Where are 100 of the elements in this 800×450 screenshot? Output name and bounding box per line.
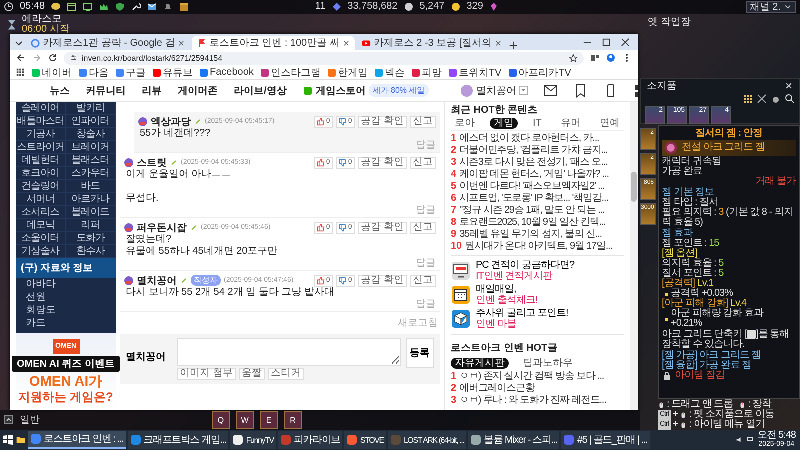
editor-tool-button[interactable]: 움짤	[238, 368, 265, 380]
browser-tab[interactable]: 로스트아크 인벤 : 100만골 써	[192, 36, 355, 50]
comment-action-button[interactable]: 공감 확인	[358, 222, 407, 234]
taskbar-button[interactable]: 로스트아크 인벤 : ...	[28, 431, 126, 449]
article-link[interactable]: 2 더불어민주당, '컴플리트 가챠 금지...	[451, 144, 624, 156]
article-link[interactable]: 6 시프트업, '도로롱' IP 확보... '책임감...	[451, 192, 624, 204]
comment-action-button[interactable]: 신고	[410, 156, 436, 168]
browser-tab[interactable]: 카제로스1관 공략 - Google 검	[26, 36, 190, 50]
comment-action-button[interactable]: 신고	[410, 116, 436, 128]
bookmark-link[interactable]: 아프리카TV	[508, 66, 572, 80]
article-link[interactable]: 4 케이팝 데몬 헌터스, '게임' 나올까? ...	[451, 168, 624, 180]
promo-link[interactable]: IT인벤 견적게시판	[476, 271, 575, 282]
nav-link[interactable]: 뉴스	[50, 84, 70, 98]
category-tab[interactable]: 유머	[556, 118, 585, 129]
taskbar-button[interactable]: FunnyTV	[230, 431, 276, 449]
channel-select[interactable]: 채널 2.	[746, 1, 796, 13]
address-bar[interactable]: inven.co.kr/board/lostark/6271/2594154	[64, 52, 584, 64]
editor-tool-button[interactable]: 스티커	[268, 368, 304, 380]
taskbar-button[interactable]: STOVE	[344, 431, 386, 449]
class-link[interactable]: 브레이커	[66, 141, 116, 154]
class-link[interactable]: 창술사	[66, 128, 116, 141]
nav-link[interactable]: 게임스토어	[316, 84, 366, 98]
skill-slot[interactable]: W	[236, 411, 254, 429]
article-link[interactable]: 3 ㅇㅂ) 루나 : 와 도화가 진짜 레전드...	[451, 394, 624, 406]
nav-link[interactable]: 게이머존	[178, 84, 218, 98]
article-link[interactable]: 7 "정규 시즌 29승 1패, 말도 안 되는 ...	[451, 204, 624, 216]
taskbar-button[interactable]: 피카라이브	[278, 431, 342, 449]
comment-author[interactable]: 퍼우돈시잡	[137, 220, 187, 234]
class-link[interactable]: 건슬링어	[16, 180, 66, 193]
comment-author[interactable]: 엑상과당	[151, 114, 191, 128]
class-link[interactable]: 기공사	[16, 128, 66, 141]
class-link[interactable]: 발키리	[66, 102, 116, 115]
bookmark-link[interactable]: 네이버	[32, 66, 72, 80]
sidebar-link[interactable]: 카드	[16, 317, 116, 330]
article-link[interactable]: 2 에버그레이스근황	[451, 382, 624, 394]
sidebar-link[interactable]: 선원	[16, 291, 116, 304]
bookmark-link[interactable]: 유튜브	[153, 66, 193, 80]
nav-link[interactable]: 라이브/영상	[234, 84, 287, 98]
scrollbar-thumb[interactable]	[631, 172, 637, 202]
comment-action-button[interactable]: 신고	[410, 274, 436, 286]
bookmark-link[interactable]: 한게임	[328, 66, 368, 80]
article-link[interactable]: 9 35레벨 유일 무기의 성지, 불의 신...	[451, 228, 624, 240]
tooltip-text[interactable]: [젬 융합] 가공 완료 젬	[662, 361, 796, 372]
article-link[interactable]: 5 이번엔 다르다! '패스오브엑자일2' ...	[451, 180, 624, 192]
class-link[interactable]: 데모닉	[16, 219, 66, 232]
browser-tab[interactable]: 카제로스 2 -3 보공 [질서의	[356, 36, 508, 50]
article-link[interactable]: 1 ㅇㅂ) 존지 실시간 컴팩 방송 보다 ...	[451, 370, 624, 382]
class-link[interactable]: 블레이드	[66, 206, 116, 219]
class-link[interactable]: 배틀마스터	[16, 115, 66, 128]
section-heading[interactable]: (구) 자료와 정보	[16, 258, 116, 278]
user-name[interactable]: 멸치꽁어	[476, 84, 516, 98]
class-link[interactable]: 데빌헌터	[16, 154, 66, 167]
bookmark-link[interactable]: 다음	[79, 66, 109, 80]
bookmark-link[interactable]: 넥슨	[374, 66, 405, 80]
class-link[interactable]: 스트라이커	[16, 141, 66, 154]
scrollbar[interactable]	[630, 102, 638, 410]
skill-slot[interactable]: Q	[212, 411, 230, 429]
bookmark-link[interactable]: Facebook	[200, 67, 254, 78]
article-link[interactable]: 10 뭔시대가 온다! 아키텍트, 9월 17일...	[451, 240, 624, 252]
editor-tool-button[interactable]: 이미지 첨부	[177, 368, 236, 380]
class-link[interactable]: 슬레이어	[16, 102, 66, 115]
nav-link[interactable]: 리뷰	[142, 84, 162, 98]
category-tab[interactable]: IT	[529, 118, 546, 129]
bookmark-link[interactable]: 인스타그램	[260, 66, 321, 80]
comment-author[interactable]: 멸치꽁어	[137, 274, 177, 288]
class-link[interactable]: 소서리스	[16, 206, 66, 219]
promo-link[interactable]: 인벤 마블	[476, 319, 568, 330]
class-link[interactable]: 소울이터	[16, 232, 66, 245]
submit-button[interactable]: 등록	[406, 338, 434, 368]
category-tab[interactable]: 로아	[451, 118, 479, 129]
class-link[interactable]: 호크아이	[16, 167, 66, 180]
bookmark-link[interactable]: 구글	[116, 66, 146, 80]
class-link[interactable]: 바드	[66, 180, 116, 193]
class-link[interactable]: 리퍼	[66, 219, 116, 232]
comment-action-button[interactable]: 신고	[410, 222, 436, 234]
sidebar-link[interactable]: 회랑도	[16, 304, 116, 317]
taskbar-button[interactable]: #5 | 골드_판매 | ...	[561, 431, 650, 449]
sidebar-link[interactable]: 아바타	[16, 278, 116, 291]
chat-channel[interactable]: 일반	[20, 413, 40, 427]
skill-slot[interactable]: R	[284, 411, 302, 429]
class-link[interactable]: 블래스터	[66, 154, 116, 167]
tooltip-text[interactable]: [젬 가공] 아크 그리드 젬	[662, 351, 796, 362]
class-link[interactable]: 스카우터	[66, 167, 116, 180]
taskbar-button[interactable]: 크래프트박스 게임...	[128, 431, 228, 449]
taskbar-button[interactable]: 볼륨 Mixer - 스피...	[468, 431, 560, 449]
category-tab[interactable]: 자유게시판	[451, 358, 509, 368]
comment-input[interactable]	[177, 338, 401, 366]
taskbar-button[interactable]: LOST ARK (64-bit, ...	[388, 431, 466, 449]
class-link[interactable]: 도화가	[66, 232, 116, 245]
comment-author[interactable]: 스트릿	[137, 156, 167, 170]
category-tab[interactable]: 게임	[490, 118, 518, 129]
comment-action-button[interactable]: 공감 확인	[358, 156, 407, 168]
bookmark-link[interactable]: 피망	[412, 66, 442, 80]
class-link[interactable]: 서머너	[16, 193, 66, 206]
class-link[interactable]: 인파이터	[66, 115, 116, 128]
promo-link[interactable]: 인벤 출석체크!	[476, 295, 538, 306]
skill-slot[interactable]: E	[260, 411, 278, 429]
article-link[interactable]: 8 로요랜드2025, 10월 9일 일산 킨텍...	[451, 216, 624, 228]
class-link[interactable]: 아르카나	[66, 193, 116, 206]
comment-action-button[interactable]: 공감 확인	[358, 274, 407, 286]
